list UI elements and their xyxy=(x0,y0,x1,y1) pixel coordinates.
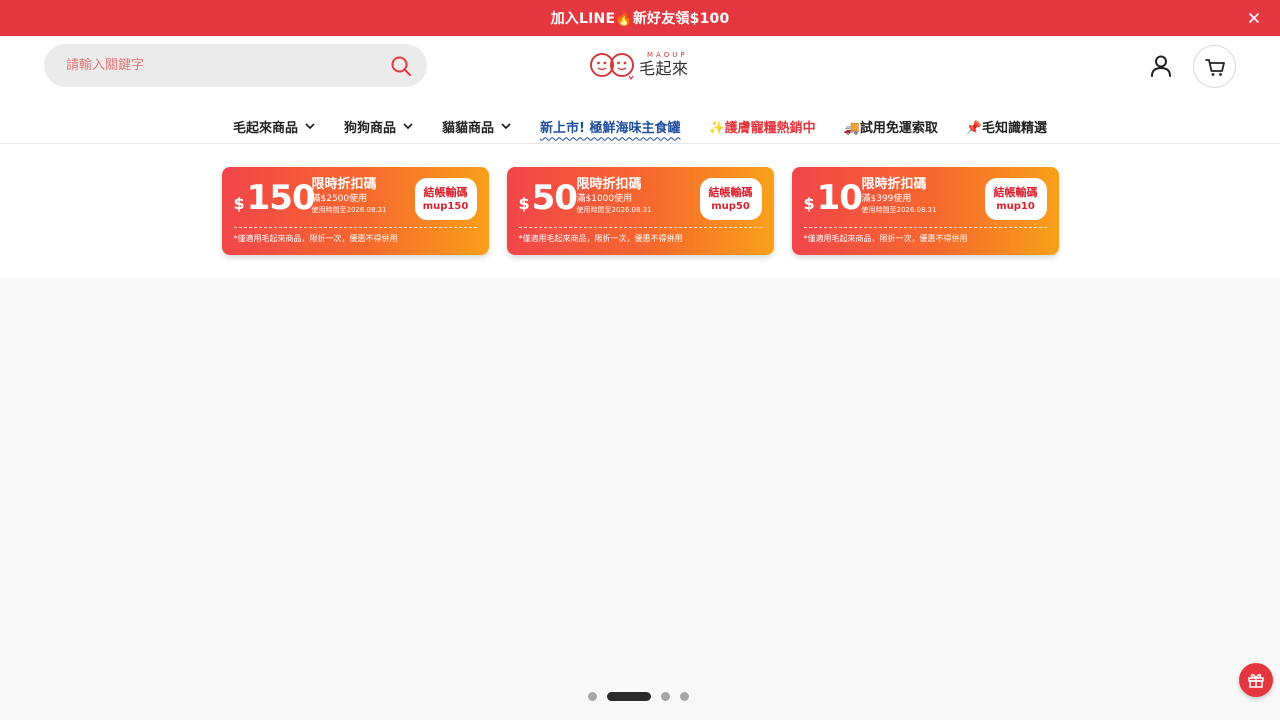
coupon-code-label: 結帳輸碼 xyxy=(993,185,1038,199)
search-input[interactable] xyxy=(66,58,389,73)
nav-item-knowledge[interactable]: 📌毛知識精選 xyxy=(966,117,1047,136)
nav-item-free-trial[interactable]: 🚚試用免運索取 xyxy=(844,117,938,136)
carousel-dot[interactable] xyxy=(661,692,670,701)
coupon-note: *僅適用毛起來商品，限折一次，優惠不得併用 xyxy=(803,234,968,243)
nav-item-label: 📌毛知識精選 xyxy=(965,120,1048,136)
nav-item-label: 毛起來商品 xyxy=(232,120,298,136)
search-icon[interactable] xyxy=(389,54,413,78)
coupon-code-box[interactable]: 結帳輸碼 mup150 xyxy=(414,178,477,220)
coupon-amount: 50 xyxy=(531,178,578,218)
coupon-amount: 10 xyxy=(816,178,863,218)
gift-icon xyxy=(1248,673,1264,688)
coupon-currency: $ xyxy=(803,194,815,213)
nav-item-cat-products[interactable]: 貓貓商品 xyxy=(442,117,512,136)
coupon-title: 限時折扣碼 xyxy=(576,177,642,192)
coupon-expiry: 使用時間至2026.08.31 xyxy=(861,206,937,214)
nav-item-label: 新上市! 極鮮海味主食罐 xyxy=(540,120,681,136)
search-bar xyxy=(44,44,427,87)
chevron-down-icon xyxy=(501,123,511,129)
coupon-code-label: 結帳輸碼 xyxy=(708,185,753,199)
nav-item-maoup-products[interactable]: 毛起來商品 xyxy=(233,117,316,136)
site-logo[interactable]: MAOUP 毛起來 xyxy=(589,50,689,80)
coupon-card[interactable]: $ 50 限時折扣碼 滿$1000使用 使用時間至2026.08.31 結帳輸碼… xyxy=(506,167,774,255)
coupon-code: mup50 xyxy=(711,200,750,212)
coupon-title: 限時折扣碼 xyxy=(861,177,927,192)
close-icon[interactable] xyxy=(1244,8,1264,28)
coupon-amount: 150 xyxy=(246,178,316,218)
coupon-currency: $ xyxy=(233,194,245,213)
coupon-divider xyxy=(233,227,477,228)
coupon-card[interactable]: $ 10 限時折扣碼 滿$399使用 使用時間至2026.08.31 結帳輸碼 … xyxy=(791,167,1059,255)
chevron-down-icon xyxy=(305,123,315,129)
gift-button[interactable] xyxy=(1239,663,1273,697)
carousel-dots xyxy=(588,692,689,701)
coupon-section: $ 150 限時折扣碼 滿$2500使用 使用時間至2026.08.31 結帳輸… xyxy=(0,144,1280,278)
coupon-divider xyxy=(518,227,762,228)
coupon-min-spend: 滿$399使用 xyxy=(861,194,912,204)
coupon-card[interactable]: $ 150 限時折扣碼 滿$2500使用 使用時間至2026.08.31 結帳輸… xyxy=(221,167,489,255)
user-icon[interactable] xyxy=(1147,52,1175,80)
logo-subtitle: MAOUP xyxy=(647,51,688,59)
nav-item-skincare-food[interactable]: ✨護膚寵糧熱銷中 xyxy=(708,117,815,136)
coupon-divider xyxy=(803,227,1047,228)
nav-item-new-arrival[interactable]: 新上市! 極鮮海味主食罐 xyxy=(540,117,680,136)
nav-item-label: ✨護膚寵糧熱銷中 xyxy=(708,120,816,136)
nav-item-dog-products[interactable]: 狗狗商品 xyxy=(344,117,414,136)
site-header: MAOUP 毛起來 毛起來商品 狗狗商品 貓貓商品 新上市! 極鮮海味主食罐 ✨… xyxy=(0,36,1280,144)
carousel-dot[interactable] xyxy=(607,692,651,701)
coupon-code: mup150 xyxy=(422,200,469,212)
coupon-min-spend: 滿$2500使用 xyxy=(311,194,368,204)
chevron-down-icon xyxy=(403,123,413,129)
carousel-dot[interactable] xyxy=(680,692,689,701)
coupon-code-box[interactable]: 結帳輸碼 mup10 xyxy=(984,178,1047,220)
announcement-text[interactable]: 加入LINE🔥新好友領$100 xyxy=(551,8,730,28)
coupon-note: *僅適用毛起來商品，限折一次，優惠不得併用 xyxy=(233,234,398,243)
carousel-dot[interactable] xyxy=(588,692,597,701)
coupon-note: *僅適用毛起來商品，限折一次，優惠不得併用 xyxy=(518,234,683,243)
announcement-bar[interactable]: 加入LINE🔥新好友領$100 xyxy=(0,0,1280,36)
nav-item-label: 🚚試用免運索取 xyxy=(843,120,938,136)
coupon-code: mup10 xyxy=(996,200,1035,212)
coupon-expiry: 使用時間至2026.08.31 xyxy=(311,206,387,214)
nav-item-label: 狗狗商品 xyxy=(343,120,396,136)
cart-button[interactable] xyxy=(1193,45,1236,88)
coupon-code-box[interactable]: 結帳輸碼 mup50 xyxy=(699,178,762,220)
logo-name: 毛起來 xyxy=(639,59,689,78)
logo-mascot-icon xyxy=(590,53,634,80)
coupon-min-spend: 滿$1000使用 xyxy=(576,194,633,204)
coupon-expiry: 使用時間至2026.08.31 xyxy=(576,206,652,214)
coupon-code-label: 結帳輸碼 xyxy=(423,185,468,199)
coupon-currency: $ xyxy=(518,194,530,213)
nav-item-label: 貓貓商品 xyxy=(441,120,494,136)
coupon-title: 限時折扣碼 xyxy=(311,177,377,192)
main-nav: 毛起來商品 狗狗商品 貓貓商品 新上市! 極鮮海味主食罐 ✨護膚寵糧熱銷中 🚚試… xyxy=(0,108,1280,144)
cart-icon xyxy=(1204,58,1225,76)
